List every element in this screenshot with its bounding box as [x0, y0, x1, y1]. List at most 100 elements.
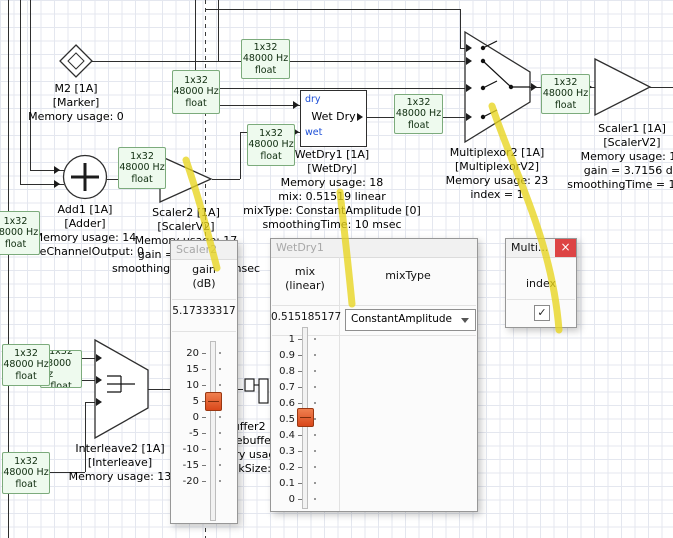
wire-format-label: 1x3248000 Hzfloat — [541, 74, 590, 114]
wire — [218, 0, 219, 61]
tick-dot — [219, 464, 221, 466]
scaler2-param-panel: Scaler2 gain (dB) 5.17333317 20 15 10 5 … — [170, 240, 238, 524]
block-info: Memory usage: 17 — [552, 150, 673, 164]
slider-tick: -15 — [173, 457, 221, 473]
tick-dot — [314, 338, 316, 340]
format-line: float — [15, 371, 36, 383]
add1-block[interactable] — [61, 153, 109, 201]
format-line: 48000 Hz — [3, 359, 48, 371]
panel-titlebar[interactable]: Scaler2 — [171, 241, 237, 260]
tick-label: 10 — [173, 380, 199, 391]
param-unit: (dB) — [171, 277, 237, 291]
tick-label: 0.1 — [273, 478, 295, 489]
input-port — [54, 180, 60, 188]
panel-titlebar[interactable]: Multi... × — [506, 239, 576, 258]
tick-mark — [298, 467, 302, 468]
tick-label: 15 — [173, 364, 199, 375]
format-line: float — [255, 65, 276, 77]
tick-label: 0.4 — [273, 430, 295, 441]
rebuffer2-block[interactable] — [242, 374, 272, 418]
tick-dot — [314, 402, 316, 404]
slider-tick: 0.1 — [273, 475, 316, 491]
slider-tick: 0.7 — [273, 379, 316, 395]
format-line: 48000 Hz — [0, 227, 38, 239]
format-line: 1x32 — [4, 216, 28, 228]
separator — [172, 331, 236, 332]
param-header: gain (dB) — [171, 263, 237, 291]
index-checkbox[interactable]: ✓ — [534, 305, 550, 321]
tick-mark — [202, 385, 206, 386]
tick-label: 0.5 — [273, 414, 295, 425]
block-name: Scaler1 [1A] — [552, 122, 673, 136]
tick-mark — [298, 403, 302, 404]
param-header: mix (linear) — [271, 265, 339, 293]
tick-mark — [202, 481, 206, 482]
wire-format-label: 1x3248000 Hzfloat — [0, 211, 40, 255]
tick-dot — [219, 432, 221, 434]
scaler2-block[interactable] — [158, 154, 214, 204]
mixtype-dropdown[interactable]: ConstantAmplitude — [345, 309, 476, 331]
slider-tick: -20 — [173, 473, 221, 489]
output-port — [357, 113, 363, 121]
tick-mark — [298, 451, 302, 452]
tick-label: 0 — [173, 412, 199, 423]
tick-mark — [202, 449, 206, 450]
tick-mark — [298, 387, 302, 388]
tick-label: 0 — [273, 494, 295, 505]
input-port — [293, 101, 299, 109]
tick-mark — [298, 499, 302, 500]
output-port — [531, 83, 537, 91]
panel-title: WetDry1 — [276, 241, 324, 254]
mix-slider-handle[interactable] — [297, 408, 314, 427]
scaler1-block[interactable] — [593, 57, 653, 119]
format-line: 48000 Hz — [543, 88, 588, 100]
format-line: 1x32 — [554, 77, 578, 89]
tick-mark — [202, 417, 206, 418]
m2-block[interactable] — [58, 43, 94, 79]
tick-dot — [314, 434, 316, 436]
tick-dot — [314, 386, 316, 388]
tick-label: -15 — [173, 460, 199, 471]
tick-dot — [314, 450, 316, 452]
panel-titlebar[interactable]: WetDry1 — [271, 239, 477, 258]
slider-tick: 1 — [273, 331, 316, 347]
format-line: 48000 Hz — [173, 86, 218, 98]
format-line: float — [131, 174, 152, 186]
wire — [217, 105, 300, 106]
wire-format-label: 1x3248000 Hzfloat — [247, 124, 295, 166]
input-port — [96, 354, 102, 362]
wire — [212, 179, 240, 180]
block-kind: [Marker] — [16, 96, 136, 110]
chevron-down-icon — [461, 318, 469, 323]
input-port — [96, 376, 102, 384]
tick-dot — [314, 418, 316, 420]
block-kind: [ScalerV2] — [552, 136, 673, 150]
separator — [172, 299, 236, 300]
input-port — [54, 166, 60, 174]
param-value: 0.515185177 — [271, 311, 339, 323]
wire — [460, 9, 461, 48]
wire-format-label: 1x3248000 Hzfloat — [394, 94, 443, 134]
close-button[interactable]: × — [555, 239, 576, 257]
tick-mark — [202, 433, 206, 434]
separator — [507, 299, 575, 300]
tick-label: 0.6 — [273, 398, 295, 409]
block-name: M2 [1A] — [16, 82, 136, 96]
tick-dot — [314, 498, 316, 500]
format-line: float — [260, 151, 281, 163]
block-info: Memory usage: 18 — [237, 176, 427, 190]
slider-tick: 0 — [173, 409, 221, 425]
tick-mark — [298, 483, 302, 484]
separator — [272, 305, 476, 306]
tick-label: -5 — [173, 428, 199, 439]
tick-dot — [314, 354, 316, 356]
dry-input-label: dry — [305, 94, 321, 105]
tick-label: 5 — [173, 396, 199, 407]
multiplexor2-block[interactable] — [463, 28, 535, 146]
input-port — [466, 113, 472, 121]
slider-tick: -5 — [173, 425, 221, 441]
tick-mark — [298, 435, 302, 436]
gain-slider-handle[interactable] — [205, 392, 222, 411]
tick-label: 0.8 — [273, 366, 295, 377]
block-info: Memory usage: 0 — [16, 110, 136, 124]
